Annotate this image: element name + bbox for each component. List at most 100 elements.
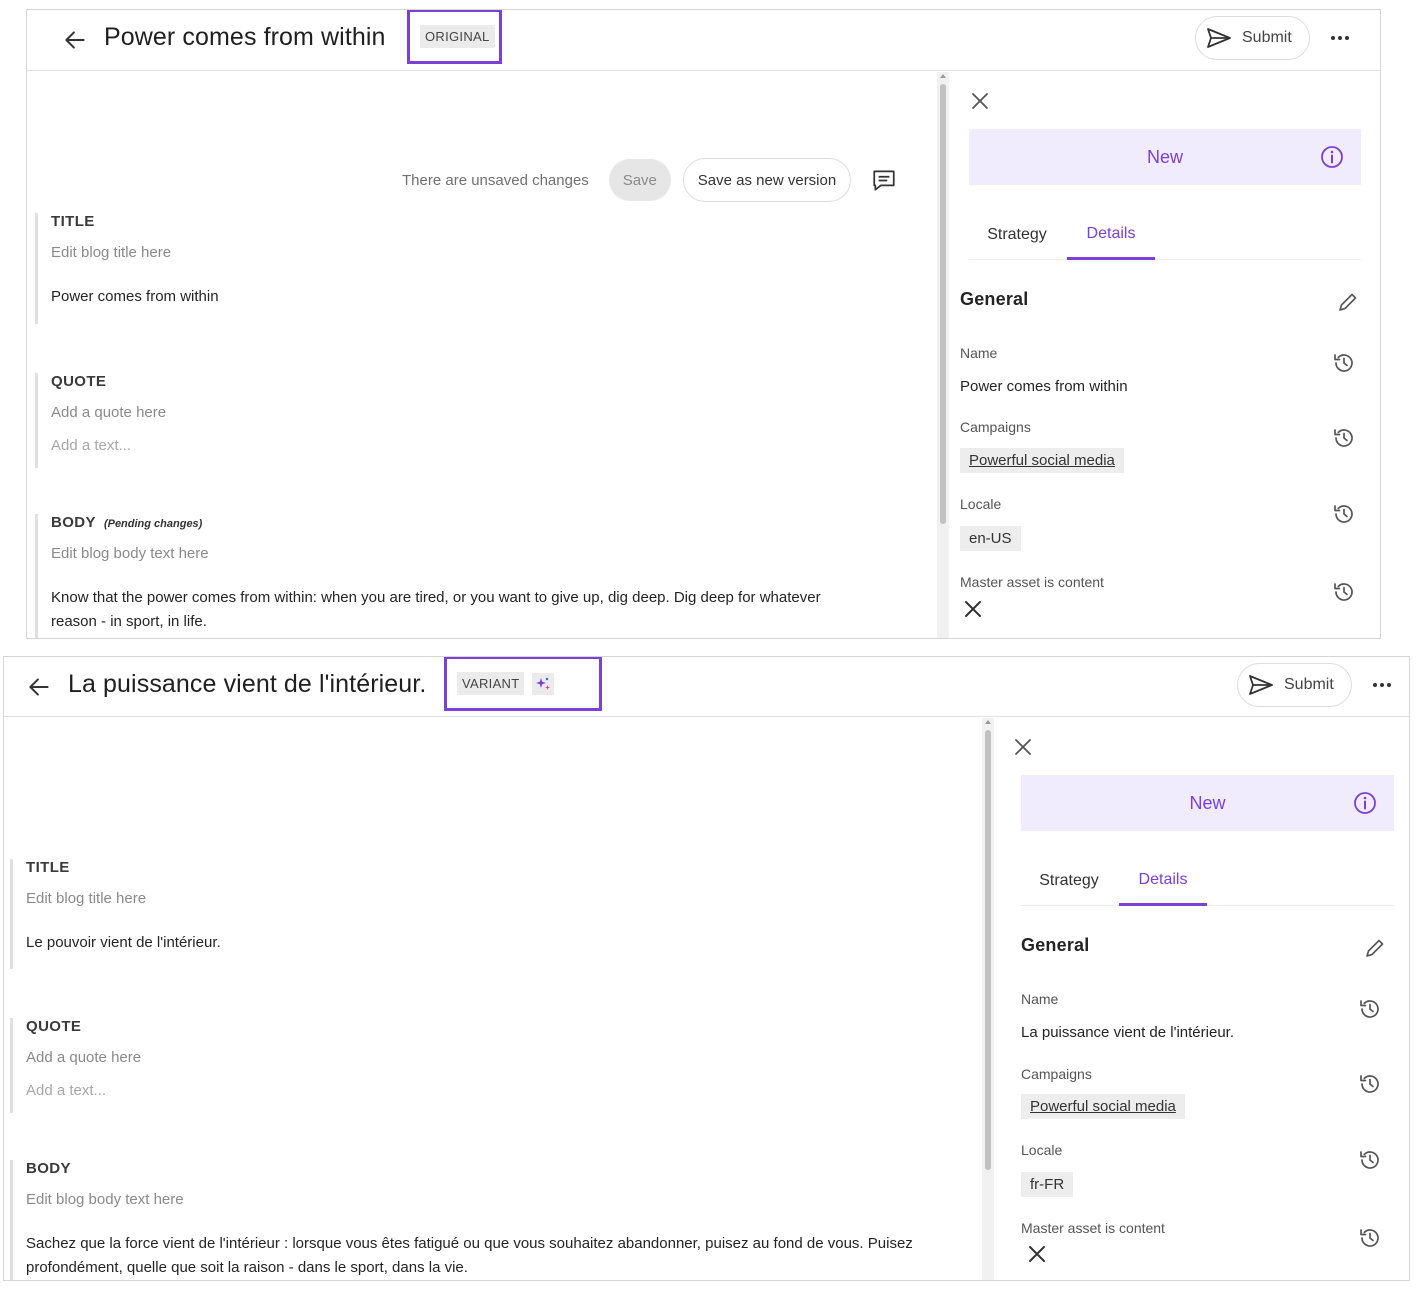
more-icon [1331, 36, 1349, 40]
comment-icon [873, 170, 895, 191]
title-field[interactable]: TITLE Edit blog title here Power comes f… [35, 213, 915, 324]
back-arrow-icon[interactable] [26, 674, 52, 700]
body-field-value[interactable]: Sachez que la force vient de l'intérieur… [26, 1232, 936, 1280]
save-new-version-button[interactable]: Save as new version [682, 158, 852, 202]
master-asset-label: Master asset is content [960, 574, 1104, 590]
status-text: New [1189, 792, 1226, 813]
body-field-label: BODY (Pending changes) [51, 514, 915, 531]
submit-button[interactable]: Submit [1237, 663, 1352, 707]
name-value: Power comes from within [960, 378, 1128, 395]
submit-label: Submit [1242, 29, 1292, 46]
scroll-thumb[interactable] [940, 84, 946, 524]
save-button[interactable]: Save [608, 159, 671, 201]
tab-strategy[interactable]: Strategy [1039, 856, 1099, 906]
badge-highlight: ORIGINAL [407, 10, 502, 64]
title-field-hint: Edit blog title here [51, 244, 172, 261]
details-panel: New Strategy Details General Name Power … [949, 72, 1380, 638]
body-field[interactable]: BODY Edit blog body text here Sachez que… [10, 1160, 960, 1280]
name-label: Name [1021, 991, 1059, 1007]
general-section-title: General [1021, 935, 1090, 955]
scroll-thumb[interactable] [985, 730, 991, 1170]
back-arrow-icon[interactable] [62, 27, 88, 53]
locale-label: Locale [960, 496, 1002, 512]
status-banner: New [969, 129, 1361, 185]
info-icon[interactable] [1353, 791, 1377, 815]
locale-label: Locale [1021, 1142, 1063, 1158]
more-options-button[interactable] [1327, 26, 1353, 50]
title-field-label: TITLE [51, 213, 95, 230]
status-banner: New [1021, 775, 1394, 831]
submit-button[interactable]: Submit [1195, 16, 1310, 60]
history-icon[interactable] [1357, 1147, 1383, 1173]
scroll-up-arrow[interactable] [985, 720, 991, 724]
editor-header: La puissance vient de l'intérieur. VARIA… [4, 657, 1409, 717]
body-field-value[interactable]: Know that the power comes from within: w… [51, 586, 851, 634]
panel-tabs: Strategy Details [969, 210, 1361, 260]
body-field[interactable]: BODY (Pending changes) Edit blog body tex… [35, 514, 915, 638]
quote-field[interactable]: QUOTE Add a quote here Add a text... [10, 1018, 960, 1113]
quote-field-hint: Add a quote here [51, 404, 167, 421]
variant-badge: VARIANT [457, 672, 525, 695]
history-icon[interactable] [1357, 1071, 1383, 1097]
quote-field-label: QUOTE [26, 1018, 82, 1035]
pending-changes-note: (Pending changes) [103, 518, 203, 530]
submit-label: Submit [1284, 676, 1334, 693]
body-field-hint: Edit blog body text here [51, 545, 209, 562]
title-field-hint: Edit blog title here [26, 890, 147, 907]
tab-details[interactable]: Details [1067, 210, 1155, 260]
history-icon[interactable] [1331, 579, 1357, 605]
body-field-hint: Edit blog body text here [26, 1191, 184, 1208]
quote-field[interactable]: QUOTE Add a quote here Add a text... [35, 373, 915, 468]
close-icon[interactable] [1012, 736, 1034, 758]
history-icon[interactable] [1331, 501, 1357, 527]
original-badge: ORIGINAL [420, 25, 495, 48]
tab-strategy[interactable]: Strategy [987, 210, 1047, 260]
close-icon[interactable] [969, 90, 991, 112]
info-icon[interactable] [1320, 145, 1344, 169]
general-section-title: General [960, 289, 1029, 309]
false-value-icon [1029, 1246, 1045, 1262]
scroll-up-arrow[interactable] [940, 74, 946, 78]
details-panel: New Strategy Details General Name La pui… [994, 718, 1409, 1280]
history-icon[interactable] [1331, 350, 1357, 376]
title-field[interactable]: TITLE Edit blog title here Le pouvoir vi… [10, 859, 960, 969]
badge-highlight: VARIANT [444, 657, 602, 711]
send-icon [1207, 28, 1231, 48]
unsaved-changes-text: There are unsaved changes [402, 171, 589, 189]
page-title: La puissance vient de l'intérieur. [68, 670, 427, 698]
page-title: Power comes from within [104, 23, 386, 51]
history-icon[interactable] [1331, 425, 1357, 451]
history-icon[interactable] [1357, 1225, 1383, 1251]
send-icon [1249, 675, 1273, 695]
pencil-icon[interactable] [1336, 290, 1360, 314]
more-options-button[interactable] [1369, 673, 1395, 697]
campaigns-label: Campaigns [960, 419, 1031, 435]
history-icon[interactable] [1357, 996, 1383, 1022]
editor-header: Power comes from within ORIGINAL Submit [27, 10, 1380, 71]
comment-button[interactable] [867, 163, 901, 197]
editor-scrollbar[interactable] [937, 72, 949, 638]
locale-chip: fr-FR [1021, 1172, 1074, 1197]
false-value-icon [965, 601, 981, 617]
save-toolbar: There are unsaved changes Save Save as n… [402, 158, 901, 202]
master-asset-label: Master asset is content [1021, 1220, 1165, 1236]
name-label: Name [960, 345, 998, 361]
campaign-chip[interactable]: Powerful social media [1021, 1094, 1185, 1119]
quote-text-input[interactable]: Add a text... [51, 437, 915, 454]
sparkle-icon [532, 672, 555, 695]
editor-scrollbar[interactable] [982, 718, 994, 1280]
campaign-chip[interactable]: Powerful social media [960, 448, 1124, 473]
variant-editor-window: La puissance vient de l'intérieur. VARIA… [3, 656, 1410, 1281]
title-field-value[interactable]: Le pouvoir vient de l'intérieur. [26, 931, 960, 955]
title-field-value[interactable]: Power comes from within [51, 285, 915, 309]
locale-chip: en-US [960, 526, 1021, 551]
pencil-icon[interactable] [1363, 936, 1387, 960]
name-value: La puissance vient de l'intérieur. [1021, 1024, 1234, 1041]
tab-details[interactable]: Details [1119, 856, 1207, 906]
body-field-label: BODY [26, 1160, 71, 1177]
content-editor: There are unsaved changes Save Save as n… [27, 72, 937, 638]
quote-text-input[interactable]: Add a text... [26, 1082, 960, 1099]
content-editor: TITLE Edit blog title here Le pouvoir vi… [4, 718, 982, 1280]
status-text: New [1146, 146, 1183, 167]
body-label-text: BODY [51, 514, 96, 531]
